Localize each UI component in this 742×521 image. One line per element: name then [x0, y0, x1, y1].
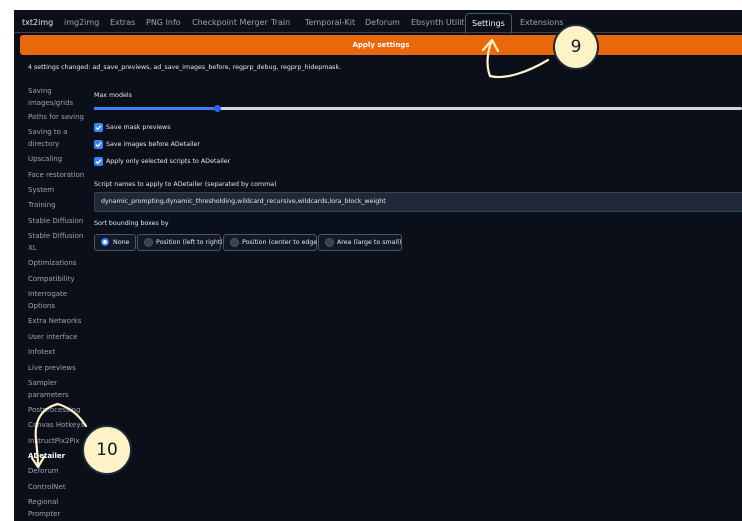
annotation-marker-10: 10 [82, 425, 132, 475]
tab-png-info[interactable]: PNG Info [146, 14, 181, 32]
save-mask-previews-checkbox[interactable] [94, 123, 103, 132]
tab-extensions[interactable]: Extensions [520, 14, 563, 32]
sidebar-item-user-interface[interactable]: User interface [28, 331, 92, 343]
sidebar-item-extra-networks[interactable]: Extra Networks [28, 315, 92, 327]
tab-train[interactable]: Train [271, 14, 290, 32]
apply-settings-button[interactable]: Apply settings [20, 35, 742, 55]
sidebar-item-face-restoration[interactable]: Face restoration [28, 169, 92, 181]
sidebar-item-canvas-hotkeys[interactable]: Canvas Hotkeys [28, 419, 92, 431]
sidebar-item-controlnet[interactable]: ControlNet [28, 481, 92, 493]
sort-option-center-to-edge-label: Position (center to edge) [242, 239, 320, 246]
sort-option-left-to-right-label: Position (left to right) [156, 239, 223, 246]
tab-img2img[interactable]: img2img [64, 14, 99, 32]
sort-option-area-label: Area (large to small) [337, 239, 402, 246]
checkmark-icon [95, 142, 102, 148]
sidebar-item-optimizations[interactable]: Optimizations [28, 257, 92, 269]
tab-temporal-kit[interactable]: Temporal-Kit [305, 14, 355, 32]
sidebar-item-paths-for-saving[interactable]: Paths for saving [28, 111, 92, 123]
tab-bar: txt2img img2img Extras PNG Info Checkpoi… [14, 10, 742, 34]
sidebar-item-live-previews[interactable]: Live previews [28, 362, 92, 374]
apply-only-selected-scripts-label: Apply only selected scripts to ADetailer [106, 158, 231, 165]
sidebar-item-infotext[interactable]: Infotext [28, 346, 92, 358]
tab-txt2img[interactable]: txt2img [22, 14, 53, 32]
max-models-label: Max models [94, 92, 132, 99]
sidebar-item-saving-images-grids[interactable]: Saving images/grids [28, 85, 92, 109]
max-models-slider[interactable] [94, 105, 742, 112]
save-images-before-adetailer-checkbox[interactable] [94, 140, 103, 149]
sidebar-item-postprocessing[interactable]: Postprocessing [28, 404, 92, 416]
radio-empty-icon [144, 238, 153, 247]
sidebar-item-stable-diffusion[interactable]: Stable Diffusion [28, 215, 92, 227]
radio-empty-icon [325, 238, 334, 247]
annotation-marker-9: 9 [553, 24, 599, 70]
sidebar-item-upscaling[interactable]: Upscaling [28, 153, 92, 165]
sort-option-area[interactable]: Area (large to small) [318, 234, 402, 251]
script-names-value: dynamic_prompting,dynamic_thresholding,w… [101, 198, 386, 205]
sidebar-item-regional-prompter[interactable]: Regional Prompter [28, 496, 92, 520]
radio-empty-icon [230, 238, 239, 247]
tab-checkpoint-merger[interactable]: Checkpoint Merger [192, 14, 268, 32]
sort-option-none-label: None [113, 239, 130, 246]
sidebar-item-compatibility[interactable]: Compatibility [28, 273, 92, 285]
sort-option-center-to-edge[interactable]: Position (center to edge) [223, 234, 320, 251]
tab-deforum[interactable]: Deforum [365, 14, 400, 32]
checkmark-icon [95, 159, 102, 165]
max-models-slider-handle[interactable] [214, 105, 222, 112]
tab-settings[interactable]: Settings [465, 13, 512, 34]
save-mask-previews-label: Save mask previews [106, 124, 171, 131]
sidebar-item-sampler-parameters[interactable]: Sampler parameters [28, 377, 92, 401]
script-names-label: Script names to apply to ADetailer (sepa… [94, 181, 277, 188]
tab-ebsynth-utility[interactable]: Ebsynth Utility [411, 14, 469, 32]
sidebar-item-system[interactable]: System [28, 184, 92, 196]
sidebar-item-interrogate-options[interactable]: Interrogate Options [28, 288, 92, 312]
radio-selected-icon [101, 238, 109, 246]
sidebar-item-deforum[interactable]: Deforum [28, 465, 92, 477]
sort-option-left-to-right[interactable]: Position (left to right) [137, 234, 223, 251]
sort-bounding-boxes-label: Sort bounding boxes by [94, 220, 169, 227]
sidebar-item-stable-diffusion-xl[interactable]: Stable Diffusion XL [28, 230, 92, 254]
sidebar-item-training[interactable]: Training [28, 199, 92, 211]
apply-only-selected-scripts-checkbox[interactable] [94, 157, 103, 166]
max-models-slider-fill [94, 107, 218, 110]
script-names-input[interactable]: dynamic_prompting,dynamic_thresholding,w… [94, 192, 742, 212]
tab-divider [14, 32, 742, 33]
sidebar-item-saving-to-directory[interactable]: Saving to a directory [28, 126, 92, 150]
save-images-before-adetailer-label: Save images before ADetailer [106, 141, 200, 148]
settings-changed-notice: 4 settings changed: ad_save_previews, ad… [28, 64, 342, 71]
sort-option-none[interactable]: None [94, 234, 136, 251]
checkmark-icon [95, 125, 102, 131]
tab-extras[interactable]: Extras [110, 14, 135, 32]
